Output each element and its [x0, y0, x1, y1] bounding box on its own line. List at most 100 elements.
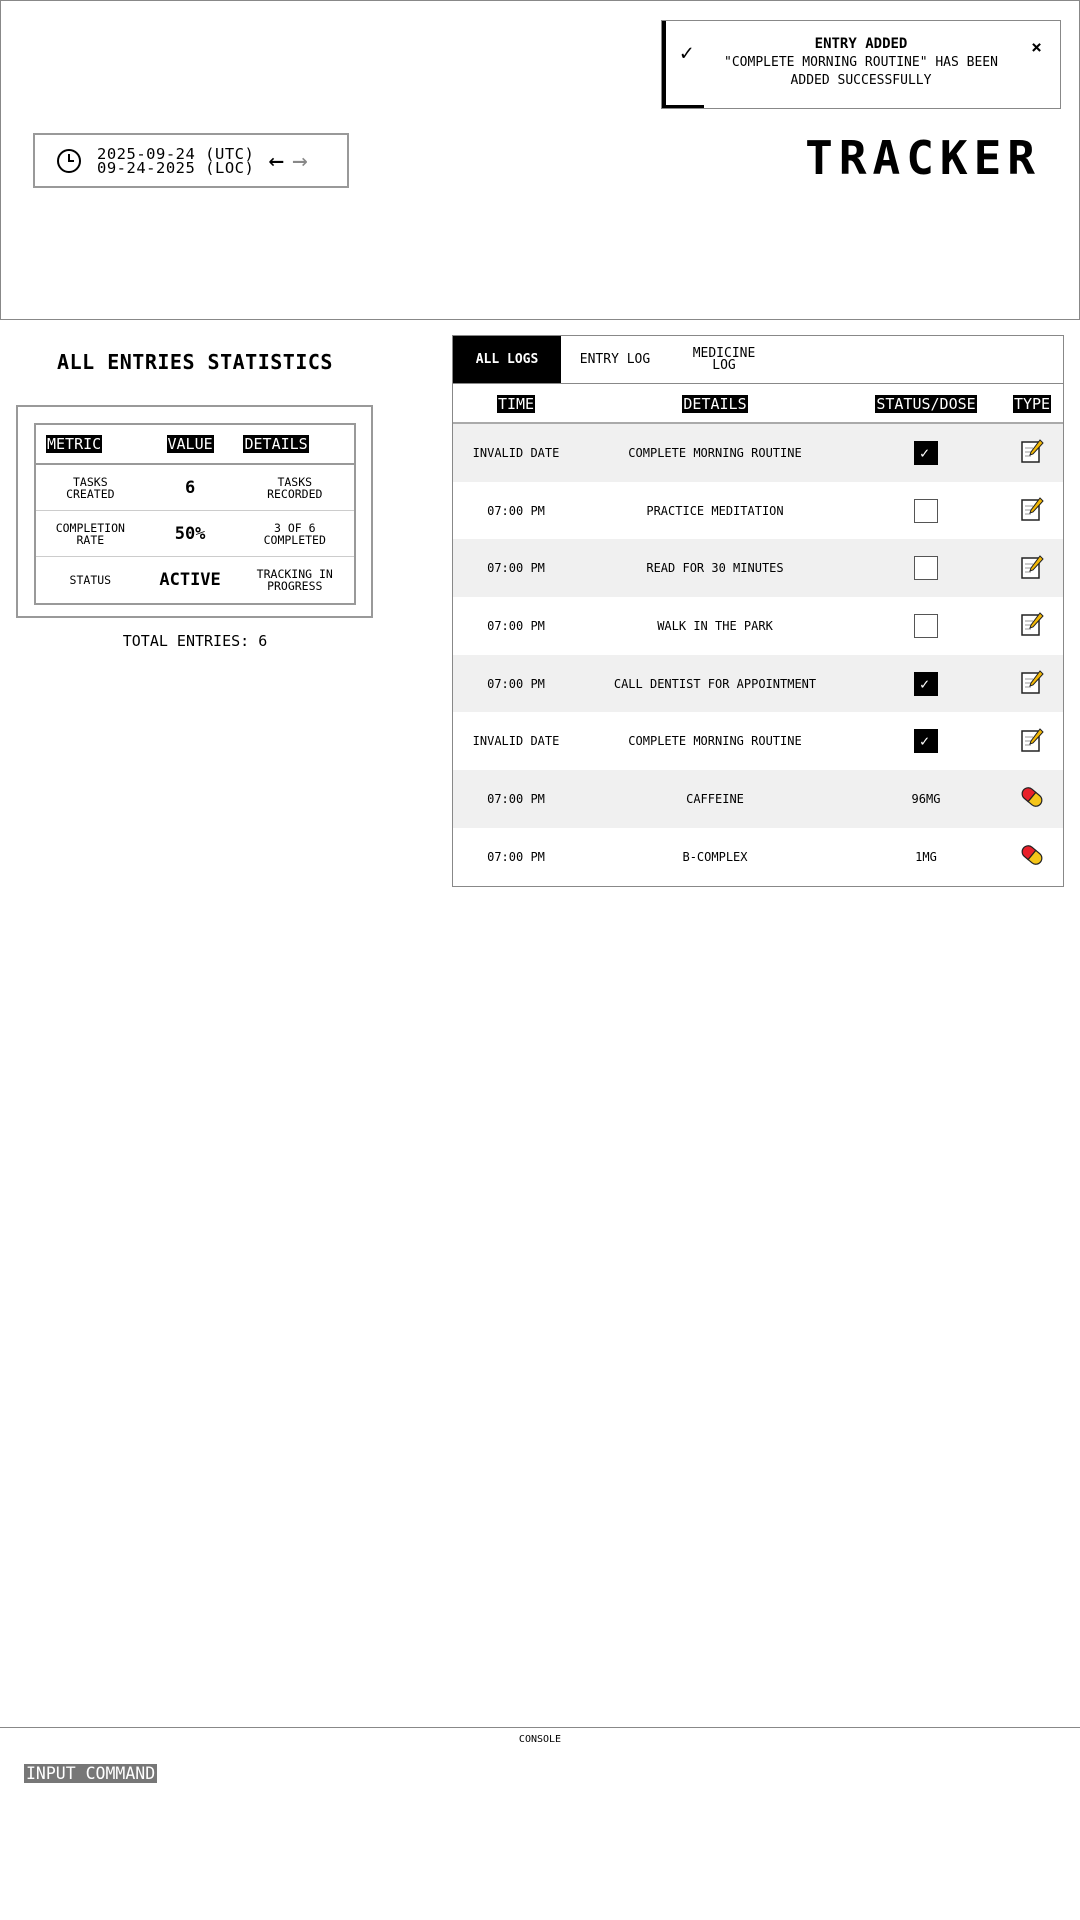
memo-icon — [1019, 497, 1045, 525]
table-row: 07:00 PM READ FOR 30 MINUTES — [453, 539, 1063, 598]
date-local: 09-24-2025 (LOC) — [97, 158, 255, 177]
arrow-left-icon[interactable]: ← — [268, 148, 284, 174]
tab-label-line: LOG — [712, 357, 736, 373]
log-time: 07:00 PM — [487, 791, 545, 806]
stats-details-line: PROGRESS — [267, 579, 323, 593]
log-type — [1001, 669, 1063, 698]
stats-row: STATUS ACTIVE TRACKING IN PROGRESS — [36, 557, 354, 603]
stats-value: 6 — [184, 477, 196, 498]
log-time: 07:00 PM — [487, 561, 545, 576]
tab-medicine[interactable]: MEDICINE LOG — [669, 336, 779, 383]
pill-icon — [1019, 845, 1045, 871]
log-details: COMPLETE MORNING ROUTINE — [628, 734, 802, 749]
log-details: CALL DENTIST FOR APPOINTMENT — [613, 676, 817, 691]
log-details: COMPLETE MORNING ROUTINE — [628, 445, 802, 460]
log-time: 07:00 PM — [487, 618, 545, 633]
memo-icon — [1019, 612, 1045, 640]
stats-table: METRIC VALUE DETAILS TASKS CREATED 6 TASKS R… — [34, 423, 356, 605]
table-row: INVALID DATE COMPLETE MORNING ROUTINE — [453, 424, 1063, 482]
stats-details: TASKS RECORDED — [236, 476, 355, 500]
header-details: DETAILS — [682, 394, 748, 413]
tab-label-line: ALL LOGS — [475, 351, 539, 367]
status-checkbox[interactable] — [914, 556, 938, 581]
logs-panel: ALL LOGS ENTRY LOG MEDICINE LOG TIME DETAIL… — [452, 335, 1064, 887]
header-details: DETAILS — [243, 434, 309, 453]
log-status: 96MG — [851, 792, 1001, 806]
status-checkbox[interactable] — [914, 498, 938, 523]
tab-label-line: ENTRY LOG — [579, 351, 651, 367]
stats-metric-line: RATE — [76, 532, 105, 547]
stats-details-line: 3 OF 6 — [273, 520, 316, 535]
console: CONSOLE INPUT COMMAND — [0, 1727, 1080, 1920]
stats-metric-line: STATUS — [69, 573, 112, 587]
stats-details-line: TASKS — [277, 474, 313, 489]
log-details: READ FOR 30 MINUTES — [646, 561, 784, 576]
tab-all-logs[interactable]: ALL LOGS — [453, 336, 561, 383]
stats-details-line: RECORDED — [267, 486, 323, 501]
log-type — [1001, 496, 1063, 525]
date-display: 2025-09-24 (UTC) 09-24-2025 (LOC) — [97, 146, 255, 177]
log-type — [1001, 842, 1063, 871]
stats-details: 3 OF 6 COMPLETED — [236, 522, 355, 546]
memo-icon — [1019, 728, 1045, 756]
status-checkbox[interactable] — [914, 440, 938, 465]
log-type — [1001, 438, 1063, 467]
toast-message: "COMPLETE MORNING ROUTINE" HAS BEEN ADDE… — [706, 54, 1016, 90]
total-entries: TOTAL ENTRIES: 6 — [122, 632, 268, 650]
close-icon[interactable]: × — [1031, 37, 1042, 58]
stats-table-header: METRIC VALUE DETAILS — [36, 425, 354, 465]
log-dose: 96MG — [911, 791, 941, 806]
header-type: TYPE — [1012, 394, 1052, 413]
log-status — [851, 729, 1001, 754]
log-tabs: ALL LOGS ENTRY LOG MEDICINE LOG — [453, 336, 1063, 384]
log-status — [851, 671, 1001, 696]
log-details: PRACTICE MEDITATION — [646, 503, 784, 518]
log-type — [1001, 727, 1063, 756]
stats-value: 50% — [174, 523, 206, 544]
header-metric: METRIC — [46, 434, 103, 453]
stats-metric: COMPLETION RATE — [36, 522, 145, 546]
stats-metric: TASKS CREATED — [36, 476, 145, 500]
table-row: INVALID DATE COMPLETE MORNING ROUTINE — [453, 712, 1063, 770]
table-row: 07:00 PM CALL DENTIST FOR APPOINTMENT — [453, 654, 1063, 713]
stats-title: ALL ENTRIES STATISTICS — [57, 350, 333, 374]
log-status — [851, 556, 1001, 581]
tab-entry-log[interactable]: ENTRY LOG — [561, 336, 669, 383]
logs-table-body: INVALID DATE COMPLETE MORNING ROUTINE 07:0… — [453, 424, 1063, 886]
stats-details: TRACKING IN PROGRESS — [236, 568, 355, 592]
log-type — [1001, 784, 1063, 813]
tab-label: ENTRY LOG — [579, 351, 651, 367]
tab-label: MEDICINE LOG — [693, 347, 756, 373]
status-checkbox[interactable] — [914, 613, 938, 638]
toast-progress-bar — [662, 105, 704, 108]
stats-row: TASKS CREATED 6 TASKS RECORDED — [36, 465, 354, 511]
status-checkbox[interactable] — [914, 729, 938, 754]
date-navigator: 2025-09-24 (UTC) 09-24-2025 (LOC) ← → — [33, 133, 349, 188]
toast-message-line: "COMPLETE MORNING ROUTINE" HAS BEEN — [724, 55, 998, 70]
toast-notification: ✓ ENTRY ADDED "COMPLETE MORNING ROUTINE"… — [661, 20, 1061, 109]
log-time: 07:00 PM — [487, 503, 545, 518]
table-row: 07:00 PM WALK IN THE PARK — [453, 597, 1063, 655]
toast-message-line: ADDED SUCCESSFULLY — [790, 73, 932, 88]
clock-icon — [57, 148, 81, 173]
logs-table-header: TIME DETAILS STATUS/DOSE TYPE — [453, 384, 1063, 424]
log-dose: 1MG — [915, 849, 937, 864]
log-time: INVALID DATE — [472, 734, 560, 749]
memo-icon — [1019, 439, 1045, 467]
table-row: 07:00 PM B-COMPLEX 1MG — [453, 828, 1063, 886]
stats-value: ACTIVE — [159, 570, 221, 590]
table-row: 07:00 PM CAFFEINE 96MG — [453, 770, 1063, 828]
header: 2025-09-24 (UTC) 09-24-2025 (LOC) ← → TR… — [0, 0, 1080, 320]
stats-metric-line: CREATED — [66, 486, 115, 501]
tab-label: ALL LOGS — [475, 351, 539, 367]
check-icon: ✓ — [680, 41, 694, 66]
console-label: CONSOLE — [518, 1734, 562, 1745]
status-checkbox[interactable] — [914, 671, 938, 696]
command-input[interactable]: INPUT COMMAND — [24, 1764, 158, 1783]
stats-row: COMPLETION RATE 50% 3 OF 6 COMPLETED — [36, 511, 354, 557]
log-time: 07:00 PM — [487, 849, 545, 864]
arrow-right-icon[interactable]: → — [292, 148, 308, 174]
log-status — [851, 613, 1001, 638]
stats-metric-line: COMPLETION — [55, 520, 125, 535]
log-time: INVALID DATE — [472, 445, 560, 460]
